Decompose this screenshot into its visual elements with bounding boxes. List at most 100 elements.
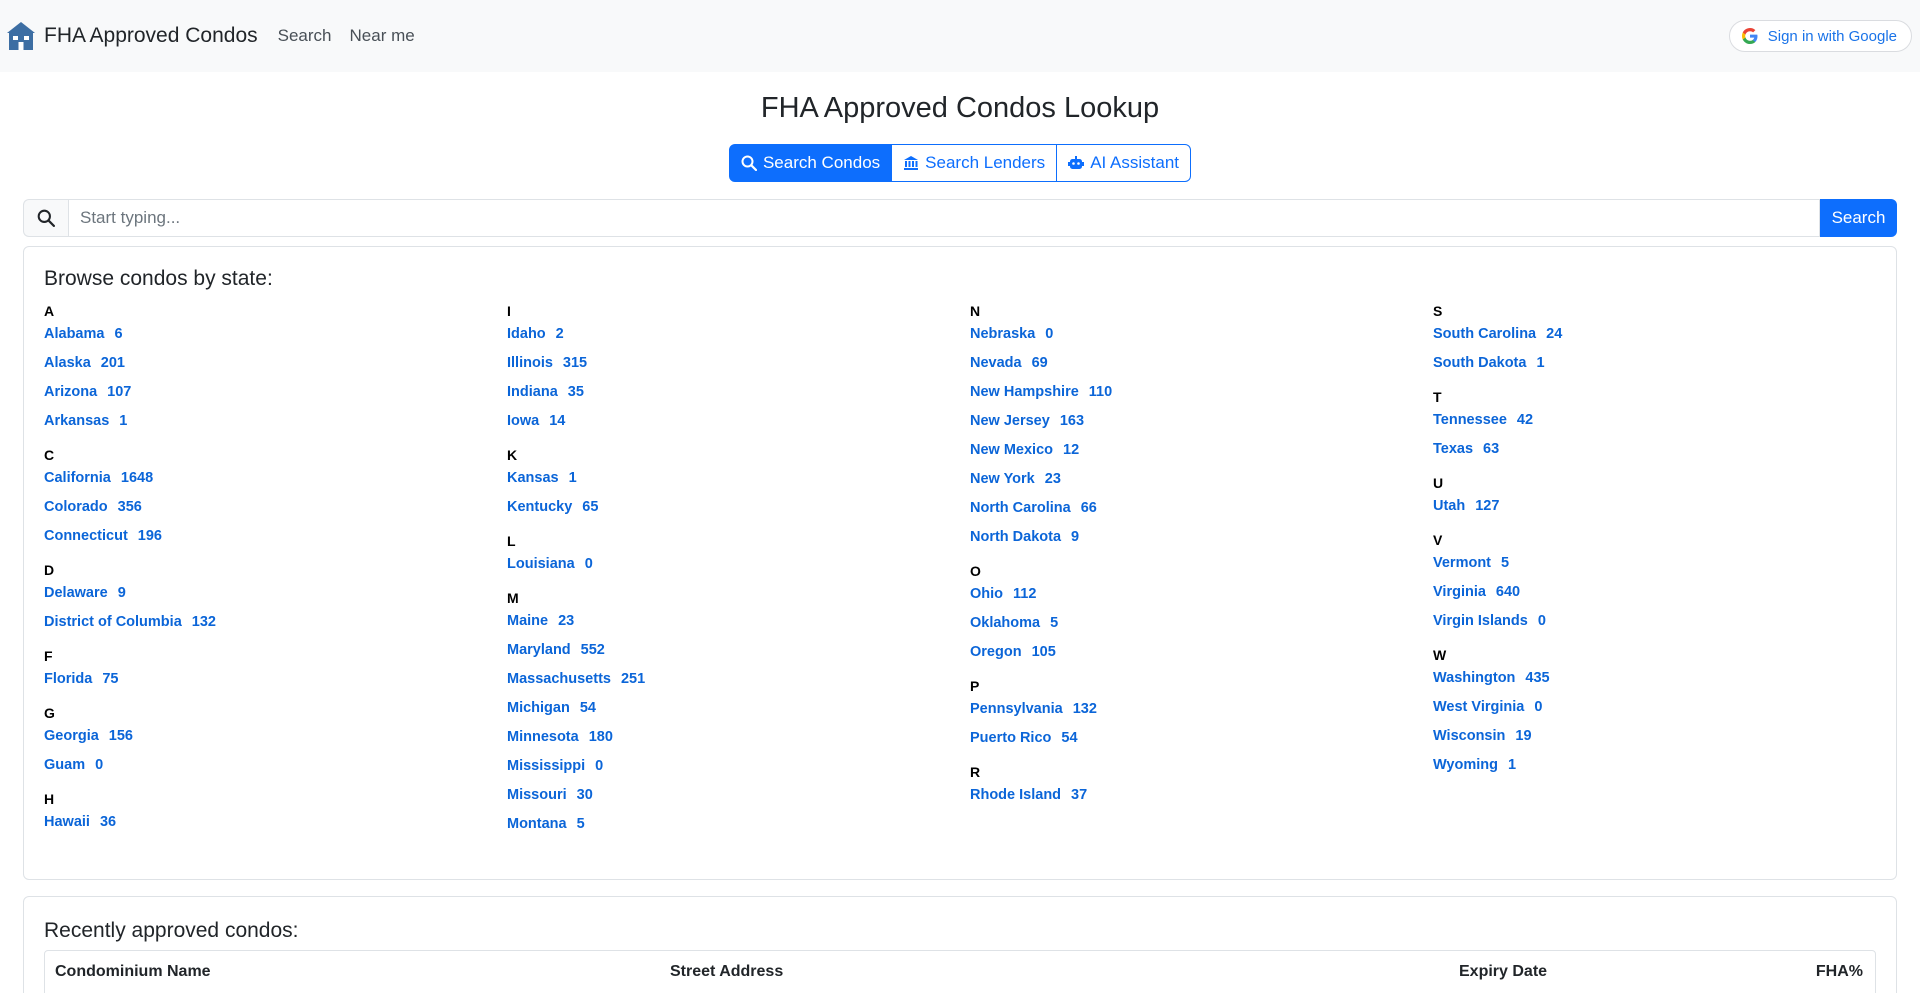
state-count: 105 <box>1031 644 1056 660</box>
state-name: Wisconsin <box>1433 728 1506 744</box>
state-link[interactable]: Maine 23 <box>507 611 947 640</box>
tab-ai-assistant[interactable]: AI Assistant <box>1056 144 1192 182</box>
state-link[interactable]: Virgin Islands 0 <box>1433 611 1873 640</box>
state-link[interactable]: New York 23 <box>970 469 1410 498</box>
tab-search-condos[interactable]: Search Condos <box>728 144 893 182</box>
state-link[interactable]: Missouri 30 <box>507 785 947 814</box>
state-link[interactable]: Maryland 552 <box>507 640 947 669</box>
state-link[interactable]: Nebraska 0 <box>970 324 1410 353</box>
state-link[interactable]: Nevada 69 <box>970 353 1410 382</box>
column-header-address[interactable]: Street Address <box>670 963 783 981</box>
state-link[interactable]: Tennessee 42 <box>1433 410 1873 439</box>
state-name: North Carolina <box>970 500 1071 516</box>
state-link[interactable]: Puerto Rico 54 <box>970 728 1410 757</box>
state-link[interactable]: Alaska 201 <box>44 353 484 382</box>
state-count: 110 <box>1088 384 1113 400</box>
state-count: 9 <box>117 585 126 601</box>
state-link[interactable]: North Carolina 66 <box>970 498 1410 527</box>
state-link[interactable]: Rhode Island 37 <box>970 785 1410 814</box>
state-link[interactable]: Indiana 35 <box>507 382 947 411</box>
state-link[interactable]: Colorado 356 <box>44 497 484 526</box>
state-count: 63 <box>1483 441 1500 457</box>
nav-near-me-link[interactable]: Near me <box>350 26 415 46</box>
state-link[interactable]: Virginia 640 <box>1433 582 1873 611</box>
column-header-name[interactable]: Condominium Name <box>55 963 211 981</box>
state-link[interactable]: Connecticut 196 <box>44 526 484 555</box>
state-link[interactable]: Washington 435 <box>1433 668 1873 697</box>
state-link[interactable]: North Dakota 9 <box>970 527 1410 556</box>
state-name: Mississippi <box>507 758 586 774</box>
state-link[interactable]: New Jersey 163 <box>970 411 1410 440</box>
recent-condos-card: Recently approved condos: Condominium Na… <box>23 896 1897 993</box>
state-link[interactable]: Delaware 9 <box>44 583 484 612</box>
state-link[interactable]: Illinois 315 <box>507 353 947 382</box>
state-link[interactable]: District of Columbia 132 <box>44 612 484 641</box>
state-count: 435 <box>1525 670 1550 686</box>
column-header-fha-percent[interactable]: FHA% <box>1816 963 1863 981</box>
state-link[interactable]: Idaho 2 <box>507 324 947 353</box>
state-name: Wyoming <box>1433 757 1498 773</box>
state-group-letter: M <box>507 590 519 606</box>
state-name: Florida <box>44 671 93 687</box>
state-link[interactable]: Florida 75 <box>44 669 484 698</box>
state-link[interactable]: Mississippi 0 <box>507 756 947 785</box>
state-name: Tennessee <box>1433 412 1507 428</box>
state-count: 30 <box>576 787 593 803</box>
state-link[interactable]: Oklahoma 5 <box>970 613 1410 642</box>
state-count: 23 <box>1044 471 1061 487</box>
state-name: New Jersey <box>970 413 1050 429</box>
state-link[interactable]: Arizona 107 <box>44 382 484 411</box>
state-name: North Dakota <box>970 529 1062 545</box>
state-link[interactable]: Hawaii 36 <box>44 812 484 841</box>
state-name: New Mexico <box>970 442 1053 458</box>
brand[interactable]: FHA Approved Condos <box>6 21 258 51</box>
state-link[interactable]: Iowa 14 <box>507 411 947 440</box>
state-name: Idaho <box>507 326 546 342</box>
state-link[interactable]: Ohio 112 <box>970 584 1410 613</box>
state-link[interactable]: Wyoming 1 <box>1433 755 1873 784</box>
state-link[interactable]: Montana 5 <box>507 814 947 843</box>
state-link[interactable]: Michigan 54 <box>507 698 947 727</box>
state-link[interactable]: Arkansas 1 <box>44 411 484 440</box>
state-link[interactable]: New Hampshire 110 <box>970 382 1410 411</box>
state-name: Hawaii <box>44 814 90 830</box>
state-link[interactable]: Louisiana 0 <box>507 554 947 583</box>
state-link[interactable]: Texas 63 <box>1433 439 1873 468</box>
state-link[interactable]: Oregon 105 <box>970 642 1410 671</box>
google-signin-button[interactable]: Sign in with Google <box>1728 20 1912 52</box>
state-column-3: N Nebraska 0 Nevada 69 New Hampshire 110 New Je… <box>970 302 1410 820</box>
state-link[interactable]: Kentucky 65 <box>507 497 947 526</box>
state-link[interactable]: California 1648 <box>44 468 484 497</box>
column-header-expiry[interactable]: Expiry Date <box>1459 963 1547 981</box>
tab-search-lenders[interactable]: Search Lenders <box>891 144 1058 182</box>
state-link[interactable]: Guam 0 <box>44 755 484 784</box>
state-link[interactable]: Georgia 156 <box>44 726 484 755</box>
state-link[interactable]: Wisconsin 19 <box>1433 726 1873 755</box>
state-group-letter: U <box>1433 475 1444 491</box>
state-name: Pennsylvania <box>970 701 1063 717</box>
state-link[interactable]: Vermont 5 <box>1433 553 1873 582</box>
tab-ai-assistant-label: AI Assistant <box>1090 153 1180 172</box>
state-link[interactable]: Kansas 1 <box>507 468 947 497</box>
state-link[interactable]: Alabama 6 <box>44 324 484 353</box>
state-link[interactable]: New Mexico 12 <box>970 440 1410 469</box>
nav-search-link[interactable]: Search <box>278 26 332 46</box>
state-link[interactable]: South Carolina 24 <box>1433 324 1873 353</box>
tab-search-condos-label: Search Condos <box>762 153 881 172</box>
state-link[interactable]: Minnesota 180 <box>507 727 947 756</box>
state-link[interactable]: South Dakota 1 <box>1433 353 1873 382</box>
state-name: South Dakota <box>1433 355 1527 371</box>
search-button[interactable]: Search <box>1820 199 1897 237</box>
state-name: Massachusetts <box>507 671 611 687</box>
state-count: 24 <box>1546 326 1563 342</box>
state-link[interactable]: Pennsylvania 132 <box>970 699 1410 728</box>
state-column-2: I Idaho 2 Illinois 315 Indiana 35 Iowa 14 K Kansas… <box>507 302 947 849</box>
state-name: Alaska <box>44 355 91 371</box>
search-input[interactable] <box>68 199 1820 237</box>
state-link[interactable]: Massachusetts 251 <box>507 669 947 698</box>
state-count: 132 <box>1072 701 1097 717</box>
state-link[interactable]: West Virginia 0 <box>1433 697 1873 726</box>
state-name: District of Columbia <box>44 614 182 630</box>
state-link[interactable]: Utah 127 <box>1433 496 1873 525</box>
state-count: 35 <box>567 384 584 400</box>
